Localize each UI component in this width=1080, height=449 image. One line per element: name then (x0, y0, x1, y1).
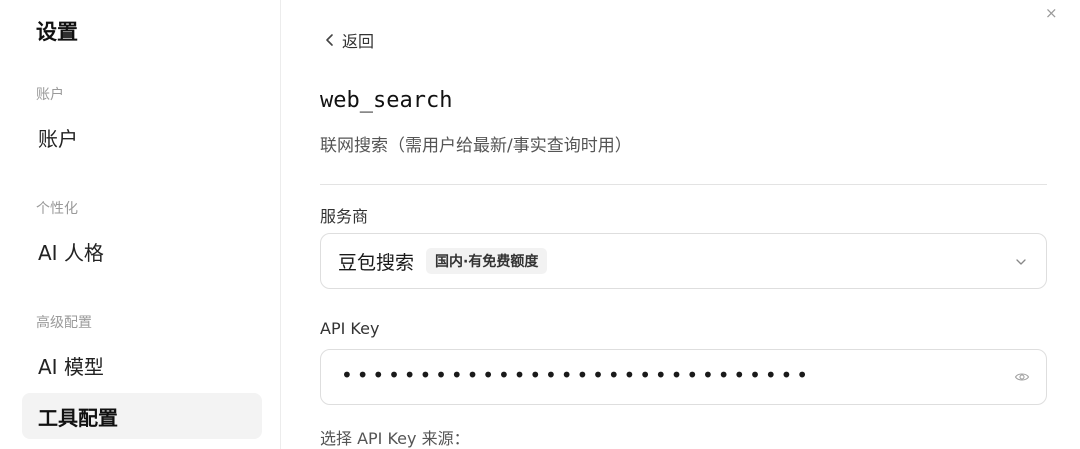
sidebar-item-label: 工具配置 (38, 405, 118, 430)
settings-title: 设置 (36, 20, 78, 44)
provider-label: 服务商 (320, 207, 369, 226)
back-label: 返回 (342, 32, 375, 51)
sidebar-item-label: 账户 (38, 126, 78, 151)
section-label-personalization: 个性化 (36, 201, 78, 217)
tool-description: 联网搜索（需用户给最新/事实查询时用） (320, 136, 632, 156)
back-button[interactable]: 返回 (324, 28, 374, 52)
section-label-account: 账户 (36, 87, 64, 103)
sidebar-item-ai-persona[interactable]: AI 人格 (22, 228, 262, 274)
chevron-down-icon (1016, 259, 1026, 265)
sidebar-item-label: AI 人格 (38, 240, 104, 265)
chevron-left-icon (326, 34, 333, 46)
sidebar-item-account[interactable]: 账户 (22, 114, 262, 160)
provider-value: 豆包搜索 (338, 251, 415, 274)
eye-icon[interactable] (1014, 369, 1030, 385)
provider-badge: 国内·有免费额度 (426, 248, 548, 274)
provider-select[interactable]: 豆包搜索 国内·有免费额度 (320, 233, 1047, 289)
sidebar-item-ai-model[interactable]: AI 模型 (22, 342, 262, 388)
api-key-label: API Key (320, 319, 380, 338)
sidebar-item-label: AI 模型 (38, 354, 104, 379)
tool-detail-panel: 返回 web_search 联网搜索（需用户给最新/事实查询时用） 服务商 豆包… (320, 0, 1047, 449)
tool-name: web_search (320, 88, 453, 113)
section-label-advanced: 高级配置 (36, 315, 92, 331)
settings-sidebar: 设置 账户 账户 个性化 AI 人格 高级配置 AI 模型 工具配置 (0, 0, 281, 449)
api-key-source-hint: 选择 API Key 来源： (320, 429, 470, 448)
api-key-input[interactable]: •••••••••••••••••••••••••••••• (320, 349, 1047, 405)
sidebar-item-tool-config[interactable]: 工具配置 (22, 393, 262, 439)
api-key-masked-value: •••••••••••••••••••••••••••••• (341, 363, 812, 387)
divider (320, 184, 1047, 185)
